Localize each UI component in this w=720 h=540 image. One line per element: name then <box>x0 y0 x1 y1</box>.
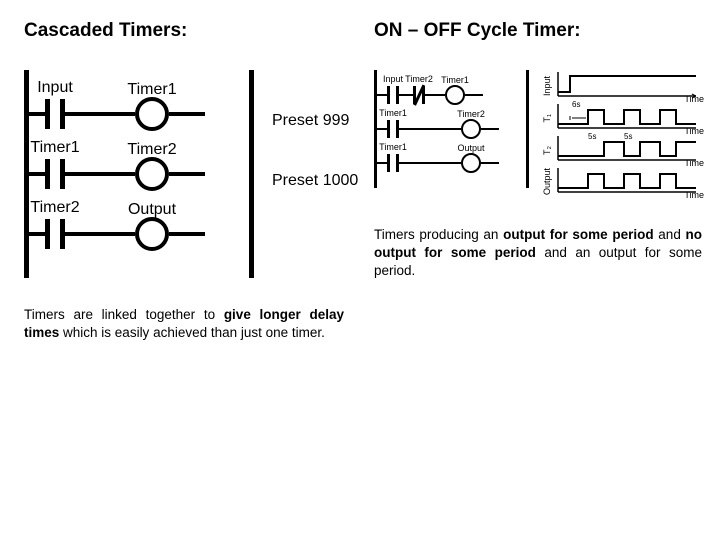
timing-ylabel: T₂ <box>542 146 556 155</box>
contact-label: Timer2 <box>405 74 433 84</box>
timing-row: T₂ 5s 5s Time <box>542 134 702 166</box>
contact-label: Input <box>37 79 73 97</box>
contact-icon: Timer2 <box>45 219 65 249</box>
right-column: ON – OFF Cycle Timer: Input Timer2 <box>374 20 702 342</box>
left-column: Cascaded Timers: Input Timer1 <box>24 20 344 342</box>
preset-label: Preset 1000 <box>272 172 358 190</box>
timing-diagram: Input Time T₁ <box>542 70 702 198</box>
left-heading: Cascaded Timers: <box>24 20 344 42</box>
coil-icon: Timer1 <box>445 85 465 105</box>
timing-row: Input Time <box>542 70 702 102</box>
timing-note: 5s <box>624 132 632 141</box>
caption-bold: output for some period <box>503 227 654 242</box>
contact-icon: Timer1 <box>45 159 65 189</box>
caption-text: Timers are linked together to <box>24 307 224 322</box>
timing-ylabel: T₁ <box>542 114 556 123</box>
coil-icon: Timer2 <box>461 119 481 139</box>
coil-label: Timer2 <box>457 109 485 119</box>
contact-label: Timer2 <box>30 199 79 217</box>
preset-label: Preset 999 <box>272 112 349 130</box>
timing-ylabel: Input <box>542 76 556 96</box>
caption-text: Timers producing an <box>374 227 503 242</box>
ladder-rung: Timer1 Timer2 <box>377 112 526 146</box>
coil-label: Output <box>128 201 176 219</box>
ladder-rung: Timer2 Output <box>29 204 249 264</box>
coil-label: Output <box>457 143 484 153</box>
ladder-rung: Input Timer2 Timer1 <box>377 78 526 112</box>
onoff-ladder-diagram: Input Timer2 Timer1 <box>374 70 534 188</box>
caption-text: which is easily achieved than just one t… <box>59 325 325 340</box>
caption-text: and <box>654 227 686 242</box>
contact-icon: Input <box>387 86 399 104</box>
contact-nc-icon: Timer2 <box>413 86 425 104</box>
coil-icon: Output <box>461 153 481 173</box>
coil-label: Timer1 <box>441 75 469 85</box>
coil-label: Timer2 <box>127 141 176 159</box>
two-column-layout: Cascaded Timers: Input Timer1 <box>24 20 696 342</box>
timing-xlabel: Time <box>684 190 704 200</box>
contact-icon: Timer1 <box>387 120 399 138</box>
waveform-icon <box>556 70 696 98</box>
coil-label: Timer1 <box>127 81 176 99</box>
waveform-icon <box>556 166 696 194</box>
contact-label: Timer1 <box>30 139 79 157</box>
onoff-figures: Input Timer2 Timer1 <box>374 70 702 198</box>
right-heading: ON – OFF Cycle Timer: <box>374 20 702 42</box>
cascaded-ladder-diagram: Input Timer1 Preset 999 <box>24 70 344 278</box>
timing-note: 5s <box>588 132 596 141</box>
coil-icon: Timer1 <box>135 97 169 131</box>
coil-icon: Timer2 <box>135 157 169 191</box>
timing-row: T₁ 6s Time <box>542 102 702 134</box>
right-caption: Timers producing an output for some peri… <box>374 226 702 281</box>
contact-label: Timer1 <box>379 108 407 118</box>
contact-label: Timer1 <box>379 142 407 152</box>
contact-label: Input <box>383 74 403 84</box>
timing-note: 6s <box>572 100 580 109</box>
ladder-rung: Input Timer1 Preset 999 <box>29 84 249 144</box>
timing-row: Output Time <box>542 166 702 198</box>
contact-icon: Input <box>45 99 65 129</box>
timing-ylabel: Output <box>542 168 556 195</box>
ladder-rung: Timer1 Output <box>377 146 526 180</box>
ladder-rung: Timer1 Timer2 Preset 1000 <box>29 144 249 204</box>
coil-icon: Output <box>135 217 169 251</box>
contact-icon: Timer1 <box>387 154 399 172</box>
left-caption: Timers are linked together to give longe… <box>24 306 344 342</box>
